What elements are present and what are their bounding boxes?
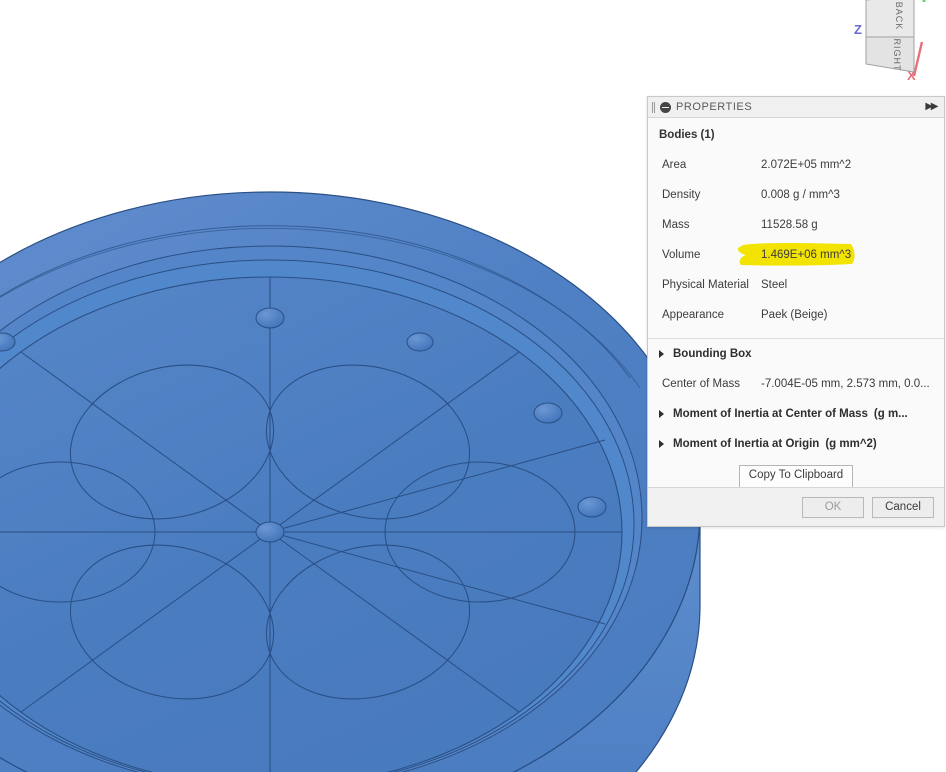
properties-panel-footer: OK Cancel [648,487,944,526]
property-value-volume: 1.469E+06 mm^3 [761,249,851,261]
properties-panel-header[interactable]: PROPERTIES ▶▶ [648,97,944,118]
property-label-center-of-mass: Center of Mass [662,378,761,390]
ok-button[interactable]: OK [802,497,864,518]
bounding-box-label: Bounding Box [673,348,752,360]
property-label-appearance: Appearance [662,309,761,321]
copy-to-clipboard-button[interactable]: Copy To Clipboard [739,465,853,488]
property-row-center-of-mass: Center of Mass -7.004E-05 mm, 2.573 mm, … [648,369,944,399]
circle-minus-icon[interactable] [660,102,671,113]
collapse-chevron-icon[interactable]: ▶▶ [925,102,940,112]
model-geometry [0,192,700,772]
properties-panel-body: Bodies (1) Area 2.072E+05 mm^2 Density 0… [648,118,944,497]
triangle-right-icon [659,440,664,448]
expand-row-moment-of-inertia-center-of-mass[interactable]: Moment of Inertia at Center of Mass (g m… [648,399,944,429]
moment-origin-label: Moment of Inertia at Origin [673,438,819,450]
property-label-density: Density [662,189,761,201]
bodies-section-title: Bodies (1) [648,118,944,150]
moment-center-label: Moment of Inertia at Center of Mass [673,408,868,420]
panel-title: PROPERTIES [676,101,925,113]
moment-origin-unit: (g mm^2) [825,438,876,450]
property-value-area: 2.072E+05 mm^2 [761,159,851,171]
viewcube-faces[interactable]: BACK RIGHT [866,0,914,72]
property-label-area: Area [662,159,761,171]
property-value-mass: 11528.58 g [761,219,818,231]
property-value-physical-material: Steel [761,279,787,291]
drag-handle-icon[interactable] [650,101,657,114]
property-label-physical-material: Physical Material [662,279,761,291]
property-label-mass: Mass [662,219,761,231]
viewcube-face-right-label: RIGHT [892,39,902,72]
property-row-physical-material: Physical Material Steel [648,270,944,300]
moment-center-unit: (g m... [874,408,908,420]
triangle-right-icon [659,410,664,418]
property-value-density: 0.008 g / mm^3 [761,189,840,201]
property-row-appearance: Appearance Paek (Beige) [648,300,944,330]
property-row-volume: Volume 1.469E+06 mm^3 [648,240,944,270]
expand-row-moment-of-inertia-origin[interactable]: Moment of Inertia at Origin (g mm^2) [648,429,944,459]
viewcube-axis-z-label: Z [854,22,862,37]
view-cube[interactable]: Z X BACK RIGHT [836,0,946,90]
property-row-area: Area 2.072E+05 mm^2 [648,150,944,180]
property-label-volume: Volume [662,249,761,261]
triangle-right-icon [659,350,664,358]
property-value-center-of-mass: -7.004E-05 mm, 2.573 mm, 0.0... [761,378,930,390]
property-row-mass: Mass 11528.58 g [648,210,944,240]
expand-row-bounding-box[interactable]: Bounding Box [648,339,944,369]
viewcube-face-back-label: BACK [894,2,904,31]
property-value-appearance: Paek (Beige) [761,309,827,321]
cancel-button[interactable]: Cancel [872,497,934,518]
properties-panel[interactable]: PROPERTIES ▶▶ Bodies (1) Area 2.072E+05 … [647,96,945,527]
property-row-density: Density 0.008 g / mm^3 [648,180,944,210]
